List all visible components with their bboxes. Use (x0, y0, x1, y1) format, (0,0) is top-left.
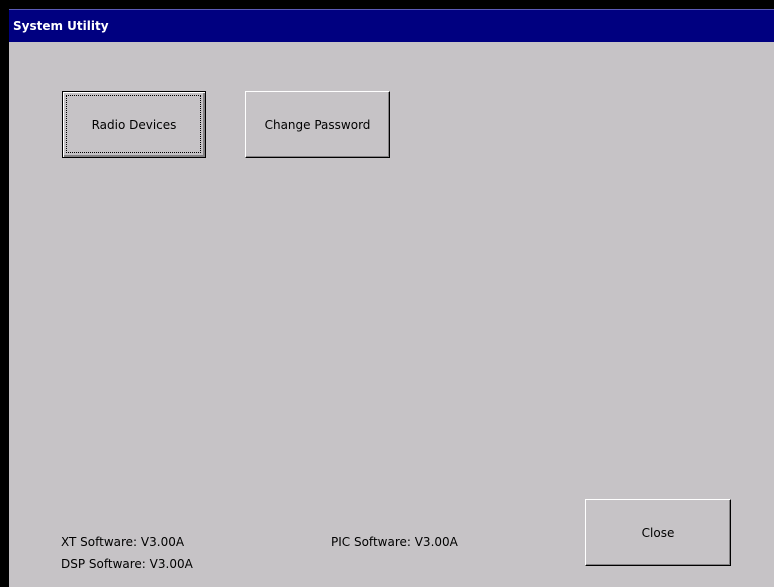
change-password-button[interactable]: Change Password (245, 91, 390, 158)
window-title: System Utility (13, 19, 109, 33)
close-label: Close (641, 525, 675, 540)
title-bar: System Utility (9, 9, 774, 42)
pic-software-version: PIC Software: V3.00A (331, 535, 458, 549)
radio-devices-label: Radio Devices (91, 117, 177, 132)
system-utility-window: System Utility Radio Devices Change Pass… (9, 9, 774, 587)
change-password-label: Change Password (264, 117, 371, 132)
xt-software-version: XT Software: V3.00A (61, 535, 185, 549)
radio-devices-button[interactable]: Radio Devices (62, 91, 206, 158)
dsp-software-version: DSP Software: V3.00A (61, 557, 193, 571)
close-button[interactable]: Close (585, 499, 731, 566)
